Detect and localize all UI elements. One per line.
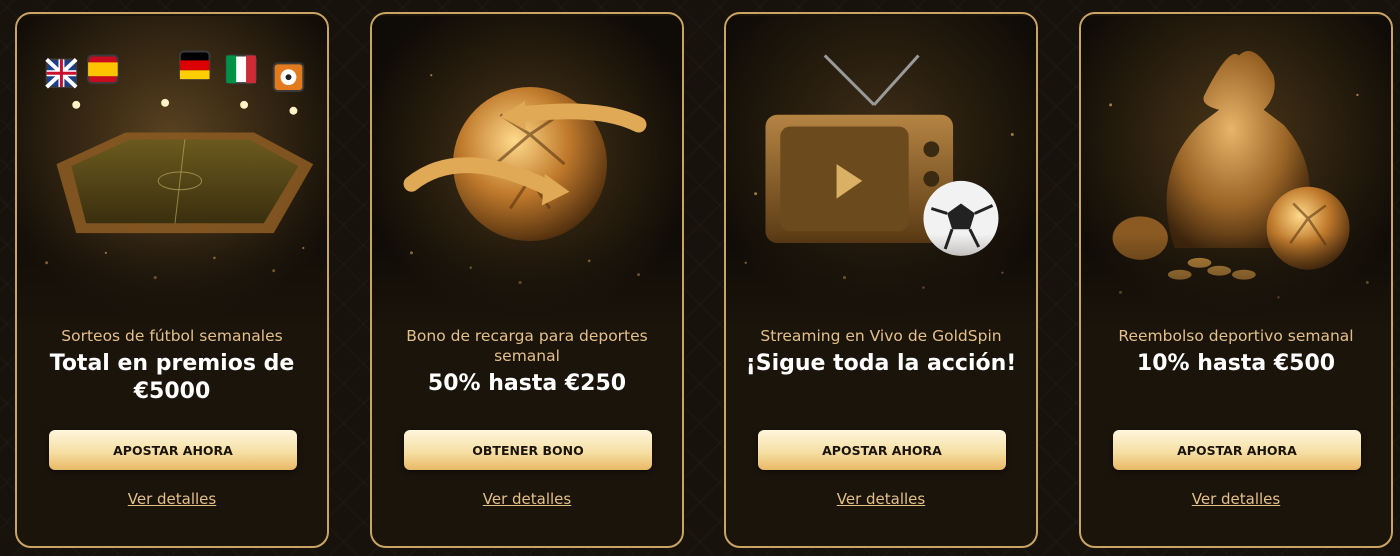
promo-title: ¡Sigue toda la acción!	[745, 351, 1017, 376]
view-details-link[interactable]: Ver detalles	[17, 490, 327, 508]
promo-card-reload-bonus: Bono de recarga para deportes semanal 50…	[370, 12, 684, 548]
bet-now-button[interactable]: APOSTAR AHORA	[1113, 430, 1361, 470]
promo-title: 10% hasta €500	[1136, 351, 1336, 376]
bet-now-button[interactable]: APOSTAR AHORA	[49, 430, 297, 470]
uk-flag-icon	[45, 57, 78, 89]
promo-subtitle: Reembolso deportivo semanal	[1118, 327, 1354, 345]
view-details-link[interactable]: Ver detalles	[1081, 490, 1391, 508]
football-icon	[272, 62, 305, 92]
promo-subtitle: Sorteos de fútbol semanales	[61, 327, 283, 345]
italy-flag-icon	[225, 54, 257, 85]
promo-card-live-streaming: Streaming en Vivo de GoldSpin ¡Sigue tod…	[724, 12, 1038, 548]
promo-title: Total en premios de €5000	[49, 351, 295, 404]
promo-card-football-raffle: Sorteos de fútbol semanales Total en pre…	[15, 12, 329, 548]
spain-flag-icon	[87, 54, 119, 85]
get-bonus-button[interactable]: OBTENER BONO	[404, 430, 652, 470]
promotions-row: Sorteos de fútbol semanales Total en pre…	[0, 0, 1400, 556]
view-details-link[interactable]: Ver detalles	[372, 490, 682, 508]
promo-subtitle: Bono de recarga para deportes semanal	[406, 327, 648, 365]
promo-subtitle: Streaming en Vivo de GoldSpin	[760, 327, 1002, 345]
view-details-link[interactable]: Ver detalles	[726, 490, 1036, 508]
promo-card-weekly-cashback: Reembolso deportivo semanal 10% hasta €5…	[1079, 12, 1393, 548]
germany-flag-icon	[178, 50, 211, 81]
bet-now-button[interactable]: APOSTAR AHORA	[758, 430, 1006, 470]
promo-title: 50% hasta €250	[427, 371, 627, 396]
